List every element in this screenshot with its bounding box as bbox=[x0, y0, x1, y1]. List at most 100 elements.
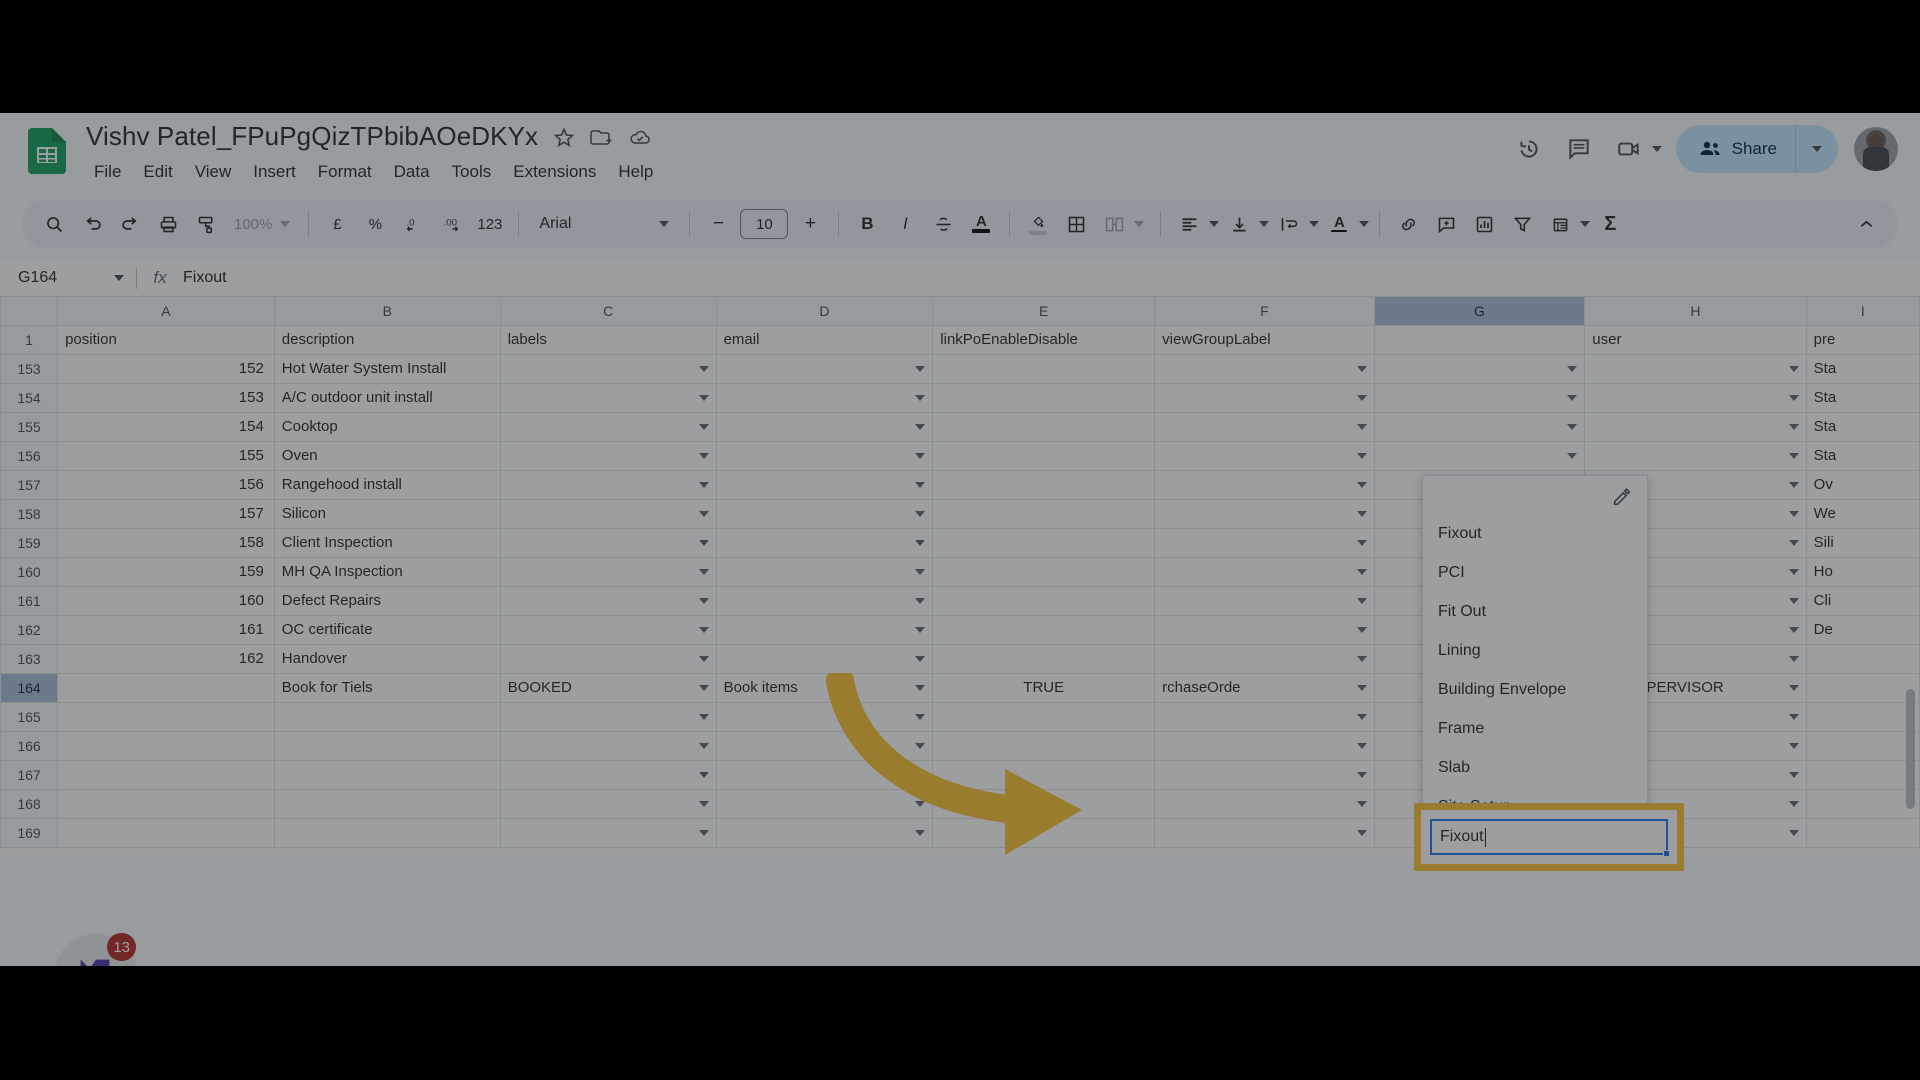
merge-cells-button[interactable] bbox=[1096, 206, 1132, 242]
search-icon[interactable] bbox=[36, 206, 72, 242]
cell-f158[interactable] bbox=[1154, 498, 1375, 529]
redo-icon[interactable] bbox=[112, 206, 148, 242]
cell-h155[interactable] bbox=[1584, 411, 1807, 442]
cell-f160[interactable] bbox=[1154, 556, 1375, 587]
cell-dropdown-arrow[interactable] bbox=[698, 423, 709, 430]
row-header-167[interactable]: 167 bbox=[0, 759, 59, 790]
cell-a160[interactable]: 159 bbox=[57, 556, 275, 587]
cell-dropdown-arrow[interactable] bbox=[915, 829, 926, 836]
cell-dropdown-arrow[interactable] bbox=[1356, 597, 1367, 604]
cell-b165[interactable] bbox=[273, 701, 501, 732]
cell-c157[interactable] bbox=[499, 469, 717, 500]
cell-b153[interactable]: Hot Water System Install bbox=[273, 353, 501, 384]
cell-e169[interactable] bbox=[932, 817, 1156, 848]
cell-h1[interactable]: user bbox=[1584, 324, 1807, 355]
cell-a165[interactable] bbox=[57, 701, 275, 732]
move-to-folder-icon[interactable] bbox=[590, 125, 614, 149]
cell-g154[interactable] bbox=[1373, 382, 1586, 413]
cell-dropdown-arrow[interactable] bbox=[1567, 394, 1578, 401]
chevron-down-icon[interactable] bbox=[1209, 221, 1220, 227]
row-header-168[interactable]: 168 bbox=[0, 788, 59, 819]
cell-f163[interactable] bbox=[1154, 643, 1375, 674]
cell-dropdown-arrow[interactable] bbox=[1788, 539, 1799, 546]
text-rotation-button[interactable]: A bbox=[1321, 206, 1357, 242]
create-filter-icon[interactable] bbox=[1504, 206, 1540, 242]
cell-e156[interactable] bbox=[932, 440, 1156, 471]
cell-dropdown-arrow[interactable] bbox=[1788, 597, 1799, 604]
cell-e157[interactable] bbox=[932, 469, 1156, 500]
cell-f162[interactable] bbox=[1154, 614, 1375, 645]
cell-g156[interactable] bbox=[1373, 440, 1586, 471]
cell-i165[interactable] bbox=[1805, 701, 1920, 732]
cell-b166[interactable] bbox=[273, 730, 501, 761]
cell-b154[interactable]: A/C outdoor unit install bbox=[273, 382, 501, 413]
cell-a164[interactable] bbox=[57, 672, 275, 703]
page-title[interactable]: Vishv Patel_FPuPgQizTPbibAOeDKYx bbox=[86, 121, 538, 152]
row-header-1[interactable]: 1 bbox=[0, 324, 59, 355]
cell-f165[interactable] bbox=[1154, 701, 1375, 732]
cell-dropdown-arrow[interactable] bbox=[698, 800, 709, 807]
cell-dropdown-arrow[interactable] bbox=[915, 423, 926, 430]
decrease-decimal-button[interactable]: .0 bbox=[395, 206, 431, 242]
cell-f167[interactable] bbox=[1154, 759, 1375, 790]
cell-i169[interactable] bbox=[1805, 817, 1920, 848]
cell-i167[interactable] bbox=[1805, 759, 1920, 790]
dropdown-item-pci[interactable]: PCI bbox=[1423, 553, 1647, 592]
cell-dropdown-arrow[interactable] bbox=[698, 539, 709, 546]
cell-dropdown-arrow[interactable] bbox=[1356, 713, 1367, 720]
cell-dropdown-arrow[interactable] bbox=[1356, 452, 1367, 459]
cell-c167[interactable] bbox=[499, 759, 717, 790]
column-header-i[interactable]: I bbox=[1805, 297, 1920, 326]
cell-f166[interactable] bbox=[1154, 730, 1375, 761]
cell-g153[interactable] bbox=[1373, 353, 1586, 384]
cell-dropdown-arrow[interactable] bbox=[1356, 568, 1367, 575]
cell-i159[interactable]: Sili bbox=[1805, 527, 1920, 558]
cell-f156[interactable] bbox=[1154, 440, 1375, 471]
dropdown-item-frame[interactable]: Frame bbox=[1423, 709, 1647, 748]
share-dropdown-arrow[interactable] bbox=[1796, 125, 1838, 173]
cell-dropdown-arrow[interactable] bbox=[1356, 684, 1367, 691]
cell-a157[interactable]: 156 bbox=[57, 469, 275, 500]
cell-a161[interactable]: 160 bbox=[57, 585, 275, 616]
percent-format-button[interactable]: % bbox=[357, 206, 393, 242]
cell-dropdown-arrow[interactable] bbox=[915, 684, 926, 691]
cell-c164[interactable]: BOOKED bbox=[499, 672, 717, 703]
cell-d163[interactable] bbox=[715, 643, 934, 674]
chevron-down-icon[interactable] bbox=[114, 274, 124, 281]
cell-b168[interactable] bbox=[273, 788, 501, 819]
cell-d1[interactable]: email bbox=[715, 324, 934, 355]
font-family-selector[interactable]: Arial bbox=[529, 215, 679, 233]
cell-e159[interactable] bbox=[932, 527, 1156, 558]
cell-b167[interactable] bbox=[273, 759, 501, 790]
cell-e165[interactable] bbox=[932, 701, 1156, 732]
cell-e155[interactable] bbox=[932, 411, 1156, 442]
cell-b156[interactable]: Oven bbox=[273, 440, 501, 471]
cell-dropdown-arrow[interactable] bbox=[698, 510, 709, 517]
cell-dropdown-arrow[interactable] bbox=[1788, 742, 1799, 749]
cell-dropdown-arrow[interactable] bbox=[1788, 365, 1799, 372]
column-header-d[interactable]: D bbox=[715, 297, 934, 326]
cell-b160[interactable]: MH QA Inspection bbox=[273, 556, 501, 587]
cell-c159[interactable] bbox=[499, 527, 717, 558]
cell-b169[interactable] bbox=[273, 817, 501, 848]
cell-dropdown-arrow[interactable] bbox=[915, 655, 926, 662]
cell-dropdown-arrow[interactable] bbox=[1356, 539, 1367, 546]
cell-dropdown-arrow[interactable] bbox=[1788, 481, 1799, 488]
chevron-down-icon[interactable] bbox=[1134, 221, 1145, 227]
cell-dropdown-arrow[interactable] bbox=[1356, 742, 1367, 749]
comment-icon[interactable] bbox=[1556, 126, 1602, 172]
decrease-font-size-button[interactable]: − bbox=[700, 206, 736, 242]
cell-f159[interactable] bbox=[1154, 527, 1375, 558]
cell-dropdown-arrow[interactable] bbox=[1788, 626, 1799, 633]
cell-e166[interactable] bbox=[932, 730, 1156, 761]
cell-dropdown-arrow[interactable] bbox=[698, 365, 709, 372]
cell-e162[interactable] bbox=[932, 614, 1156, 645]
floating-widget-button[interactable]: 13 bbox=[58, 933, 136, 966]
cell-dropdown-arrow[interactable] bbox=[1788, 655, 1799, 662]
cell-d155[interactable] bbox=[715, 411, 934, 442]
column-header-g[interactable]: G bbox=[1373, 297, 1586, 326]
row-header-164[interactable]: 164 bbox=[0, 672, 59, 703]
cell-dropdown-arrow[interactable] bbox=[1356, 655, 1367, 662]
more-formats-button[interactable]: 123 bbox=[471, 206, 508, 242]
font-size-stepper[interactable]: − 10 + bbox=[700, 206, 828, 242]
